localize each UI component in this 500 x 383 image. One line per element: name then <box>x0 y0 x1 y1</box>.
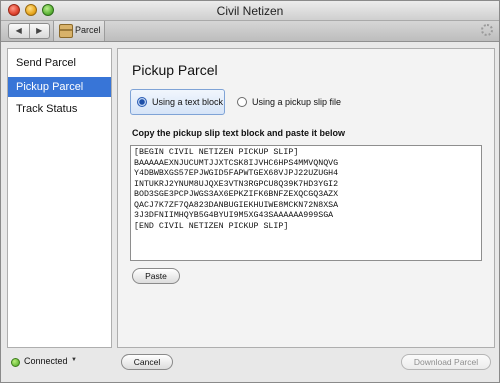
sidebar-item-pickup-parcel[interactable]: Pickup Parcel <box>8 77 111 97</box>
connection-status-icon <box>11 358 20 367</box>
radio-unselected-icon <box>237 97 247 107</box>
slip-instruction-label: Copy the pickup slip text block and past… <box>132 128 346 138</box>
back-button[interactable]: ◀ <box>9 24 30 38</box>
activity-spinner-icon <box>481 24 493 36</box>
app-window: Civil Netizen ◀ ▶ Parcel Send Parcel Pic… <box>0 0 500 383</box>
text-block-radio-option[interactable]: Using a text block <box>130 89 225 115</box>
slip-file-radio-option[interactable]: Using a pickup slip file <box>235 89 375 115</box>
window-title: Civil Netizen <box>216 4 284 18</box>
forward-button[interactable]: ▶ <box>30 24 50 38</box>
parcel-tab-label: Parcel <box>75 25 101 35</box>
download-parcel-button[interactable]: Download Parcel <box>401 354 491 370</box>
toolbar: ◀ ▶ Parcel <box>1 21 499 42</box>
package-icon <box>59 24 73 38</box>
slip-file-radio-label: Using a pickup slip file <box>252 97 342 107</box>
main-panel: Pickup Parcel Using a text block Using a… <box>117 48 495 348</box>
paste-button[interactable]: Paste <box>132 268 180 284</box>
pickup-slip-textarea[interactable]: [BEGIN CIVIL NETIZEN PICKUP SLIP] BAAAAA… <box>130 145 482 261</box>
sidebar-item-track-status[interactable]: Track Status <box>8 99 111 119</box>
connection-status[interactable]: Connected <box>24 356 68 366</box>
sidebar: Send Parcel Pickup Parcel Track Status <box>7 48 112 348</box>
cancel-button[interactable]: Cancel <box>121 354 173 370</box>
text-block-radio-label: Using a text block <box>152 97 224 107</box>
status-menu-arrow-icon[interactable]: ▼ <box>71 357 77 363</box>
navigation-segment: ◀ ▶ <box>8 23 50 39</box>
radio-selected-icon <box>137 97 147 107</box>
title-bar: Civil Netizen <box>1 1 499 21</box>
sidebar-item-send-parcel[interactable]: Send Parcel <box>8 53 111 73</box>
page-title: Pickup Parcel <box>132 62 218 78</box>
parcel-tab[interactable]: Parcel <box>53 21 105 41</box>
bottom-bar: Connected ▼ Cancel Download Parcel <box>1 349 499 383</box>
